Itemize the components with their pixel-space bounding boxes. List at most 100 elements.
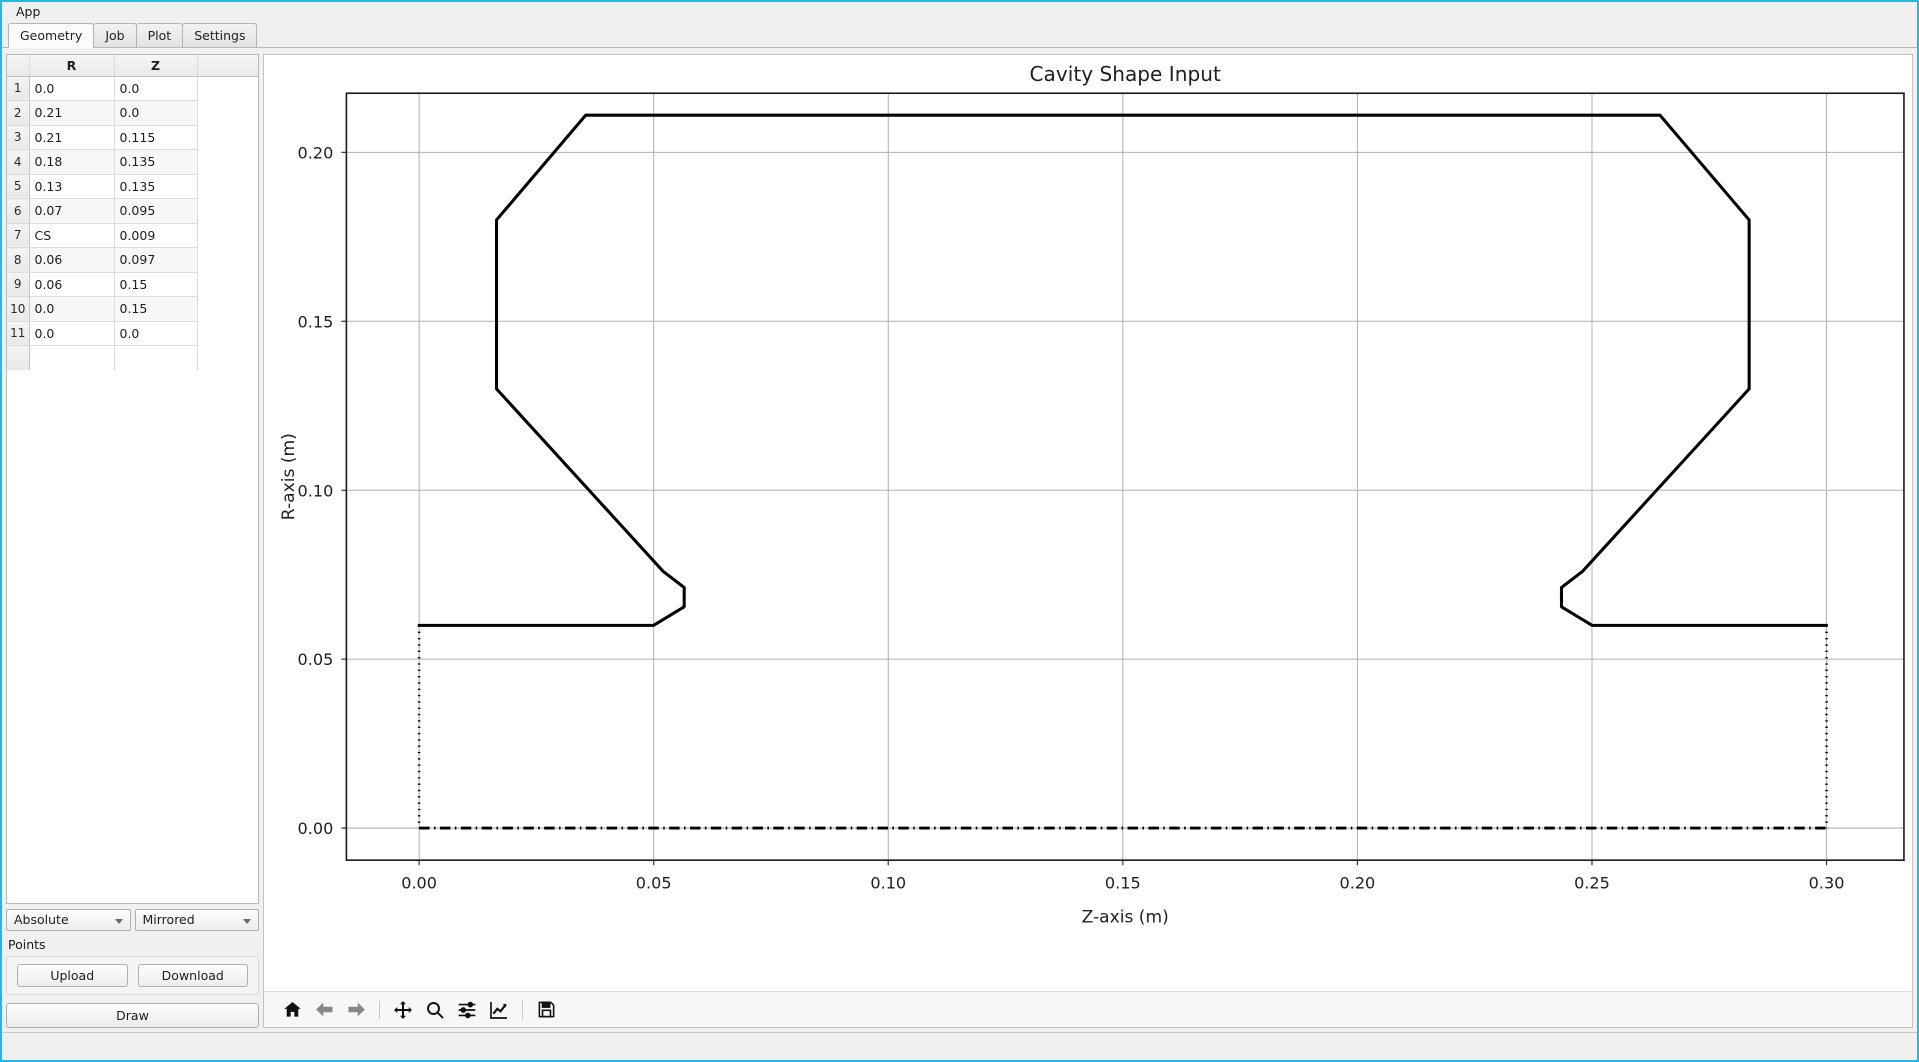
home-icon[interactable] [278, 997, 306, 1023]
chevron-down-icon [243, 919, 251, 924]
cell-z-2[interactable]: 0.0 [114, 100, 198, 126]
cell-z-8[interactable]: 0.097 [114, 247, 198, 273]
chevron-down-icon [114, 919, 123, 924]
plot-title: Cavity Shape Input [1030, 62, 1221, 86]
symmetry-mode-value: Mirrored [142, 912, 195, 927]
column-header-z[interactable]: Z [114, 55, 198, 77]
row-index-6[interactable]: 6 [7, 198, 30, 224]
row-index-7[interactable]: 7 [7, 223, 30, 248]
coordinate-mode-select[interactable]: Absolute [6, 909, 131, 931]
row-index-10[interactable]: 10 [7, 296, 30, 322]
points-table: R Z 1 0.0 0.0 2 0.21 0.0 3 0.21 0.115 4 0.18 0.135 5… [7, 55, 258, 370]
table-row[interactable]: 6 0.07 0.095 [7, 198, 258, 224]
cell-r-7[interactable]: CS [29, 223, 115, 248]
cell-r-5[interactable]: 0.13 [29, 174, 115, 199]
table-row[interactable]: 11 0.0 0.0 [7, 321, 258, 346]
cell-z-10[interactable]: 0.15 [114, 296, 198, 322]
app-window: App Geometry Job Plot Settings R Z 1 0.0… [0, 0, 1919, 1062]
points-table-container: R Z 1 0.0 0.0 2 0.21 0.0 3 0.21 0.115 4 0.18 0.135 5… [6, 54, 259, 904]
cell-r-6[interactable]: 0.07 [29, 198, 115, 224]
filler-cell-1 [29, 345, 115, 370]
x-tick-label: 0.00 [401, 873, 437, 892]
table-row[interactable]: 7 CS 0.009 [7, 223, 258, 248]
cell-z-6[interactable]: 0.095 [114, 198, 198, 224]
move-icon[interactable] [389, 997, 417, 1023]
cell-z-5[interactable]: 0.135 [114, 174, 198, 199]
main-content: R Z 1 0.0 0.0 2 0.21 0.0 3 0.21 0.115 4 0.18 0.135 5… [2, 48, 1917, 1032]
x-tick-label: 0.05 [636, 873, 672, 892]
arrow-left-icon[interactable] [310, 997, 338, 1023]
magnifier-icon[interactable] [421, 997, 449, 1023]
arrow-right-icon[interactable] [342, 997, 370, 1023]
cell-r-8[interactable]: 0.06 [29, 247, 115, 273]
draw-button[interactable]: Draw [6, 1003, 259, 1028]
filler-cell-3 [197, 345, 258, 370]
toolbar-separator [379, 1000, 380, 1019]
y-tick-label: 0.10 [298, 481, 334, 500]
x-tick-label: 0.20 [1340, 873, 1376, 892]
y-tick-label: 0.05 [298, 650, 334, 669]
x-tick-label: 0.10 [870, 873, 906, 892]
cell-r-11[interactable]: 0.0 [29, 321, 115, 346]
row-index-3[interactable]: 3 [7, 125, 30, 150]
cell-r-10[interactable]: 0.0 [29, 296, 115, 322]
table-row[interactable]: 1 0.0 0.0 [7, 76, 258, 101]
row-index-9[interactable]: 9 [7, 272, 30, 297]
y-tick-label: 0.15 [298, 312, 334, 331]
table-row[interactable]: 3 0.21 0.115 [7, 125, 258, 150]
x-tick-label: 0.30 [1809, 873, 1845, 892]
upload-button[interactable]: Upload [17, 964, 128, 987]
cell-r-9[interactable]: 0.06 [29, 272, 115, 297]
row-index-8[interactable]: 8 [7, 247, 30, 273]
filler-cell-2 [114, 345, 198, 370]
tab-job[interactable]: Job [93, 23, 137, 47]
floppy-disk-icon[interactable] [532, 997, 560, 1023]
table-row[interactable]: 2 0.21 0.0 [7, 100, 258, 126]
toolbar-separator [522, 1000, 523, 1019]
row-index-1[interactable]: 1 [7, 76, 30, 101]
row-index-2[interactable]: 2 [7, 100, 30, 126]
cell-spare-8 [197, 247, 258, 272]
cell-r-4[interactable]: 0.18 [29, 149, 115, 175]
mode-select-row: Absolute Mirrored [6, 909, 259, 931]
y-tick-label: 0.20 [298, 143, 334, 162]
cell-z-7[interactable]: 0.009 [114, 223, 198, 248]
sliders-icon[interactable] [453, 997, 481, 1023]
cell-z-11[interactable]: 0.0 [114, 321, 198, 346]
cell-r-2[interactable]: 0.21 [29, 100, 115, 126]
cell-spare-7 [197, 223, 258, 248]
cell-spare-4 [197, 149, 258, 174]
table-row[interactable]: 9 0.06 0.15 [7, 272, 258, 297]
chart-line-icon[interactable] [485, 997, 513, 1023]
column-header-r[interactable]: R [29, 55, 115, 77]
status-bar [2, 1032, 1917, 1060]
y-axis-label: R-axis (m) [279, 433, 299, 520]
row-index-4[interactable]: 4 [7, 149, 30, 175]
cell-r-3[interactable]: 0.21 [29, 125, 115, 150]
tab-settings[interactable]: Settings [182, 23, 258, 47]
download-button[interactable]: Download [137, 964, 248, 987]
table-row[interactable]: 5 0.13 0.135 [7, 174, 258, 199]
x-tick-label: 0.25 [1574, 873, 1610, 892]
cell-z-3[interactable]: 0.115 [114, 125, 198, 150]
cell-z-9[interactable]: 0.15 [114, 272, 198, 297]
tab-plot[interactable]: Plot [135, 23, 184, 47]
row-index-11[interactable]: 11 [7, 321, 30, 346]
row-index-5[interactable]: 5 [7, 174, 30, 199]
tab-geometry[interactable]: Geometry [8, 23, 95, 48]
table-row[interactable]: 10 0.0 0.15 [7, 296, 258, 322]
table-row[interactable]: 4 0.18 0.135 [7, 149, 258, 175]
symmetry-mode-select[interactable]: Mirrored [134, 909, 259, 931]
cell-z-1[interactable]: 0.0 [114, 76, 198, 101]
points-io-group: Upload Download [6, 956, 259, 995]
table-row[interactable]: 8 0.06 0.097 [7, 247, 258, 273]
menu-item-app[interactable]: App [10, 2, 46, 22]
table-row-filler [7, 345, 258, 370]
cell-spare-10 [197, 296, 258, 321]
cell-z-4[interactable]: 0.135 [114, 149, 198, 175]
plot-canvas[interactable]: Cavity Shape Input 0.00 0.05 0.10 0.15 0.20 0.… [264, 55, 1912, 991]
cell-spare-6 [197, 198, 258, 223]
column-header-spare [197, 55, 258, 77]
tab-bar: Geometry Job Plot Settings [2, 22, 1917, 48]
cell-r-1[interactable]: 0.0 [29, 76, 115, 101]
